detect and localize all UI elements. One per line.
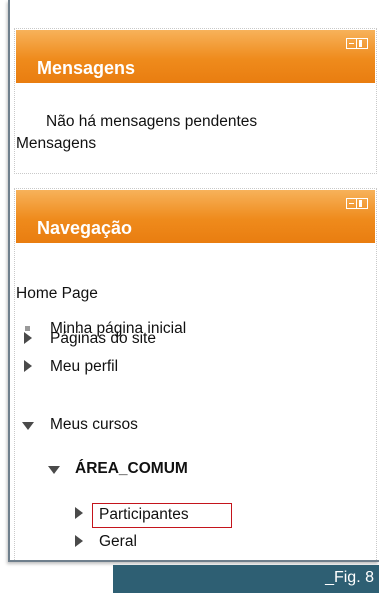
sidebar-panel: Mensagens Não há mensagens pendentes Men…: [8, 0, 379, 562]
course-item-participantes[interactable]: Participantes: [99, 506, 189, 524]
nav-item-meu-perfil[interactable]: Meu perfil: [50, 358, 118, 376]
course-area-comum[interactable]: ÁREA_COMUM: [75, 460, 188, 478]
figure-caption-bar: _Fig. 8: [113, 565, 379, 593]
home-page-link[interactable]: Home Page: [16, 285, 98, 303]
triangle-right-icon[interactable]: [75, 507, 83, 519]
mensagens-block-header: Mensagens: [16, 30, 375, 83]
navegacao-block-title: Navegação: [37, 218, 133, 238]
triangle-right-icon[interactable]: [75, 535, 83, 547]
mensagens-link[interactable]: Mensagens: [16, 135, 96, 153]
mensagens-block: Mensagens Não há mensagens pendentes Men…: [14, 28, 377, 174]
triangle-right-icon[interactable]: [24, 332, 32, 344]
triangle-down-icon[interactable]: [22, 422, 34, 430]
no-pending-messages-text: Não há mensagens pendentes: [46, 113, 258, 130]
bullet-square-icon: [25, 326, 30, 331]
nav-item-meus-cursos[interactable]: Meus cursos: [50, 416, 138, 434]
block-controls-icon[interactable]: [346, 198, 368, 211]
mensagens-block-title: Mensagens: [37, 58, 136, 78]
dock-icon[interactable]: [356, 198, 368, 209]
navegacao-block: Navegação Home Page Minha página inicial…: [14, 188, 377, 560]
course-item-geral[interactable]: Geral: [99, 533, 137, 551]
triangle-right-icon[interactable]: [24, 360, 32, 372]
nav-item-paginas-do-site[interactable]: Páginas do site: [50, 330, 156, 348]
figure-caption: _Fig. 8: [325, 569, 374, 586]
navegacao-block-header: Navegação: [16, 190, 375, 243]
block-controls-icon[interactable]: [346, 38, 368, 51]
dock-icon[interactable]: [356, 38, 368, 49]
triangle-down-icon[interactable]: [48, 466, 60, 474]
